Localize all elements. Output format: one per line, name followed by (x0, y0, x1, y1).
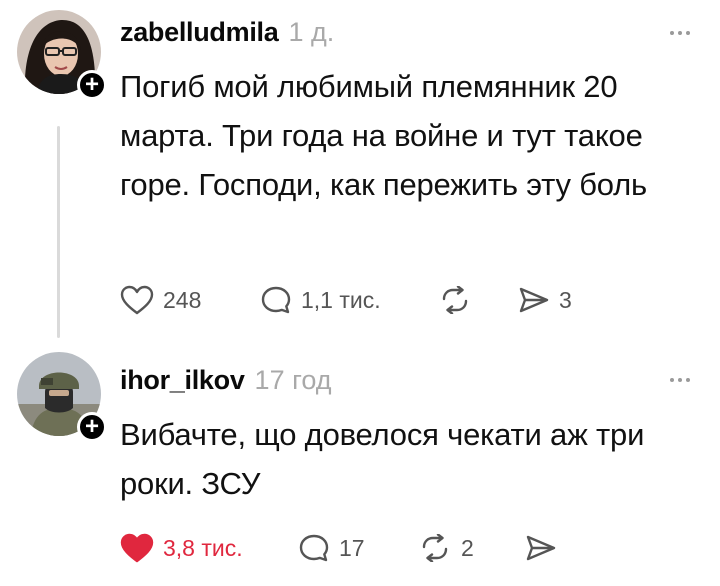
comment-item: + zabelludmila 1 д. Погиб мой любимый пл… (0, 0, 720, 345)
heart-icon (120, 285, 154, 315)
comment-icon (299, 534, 329, 562)
username[interactable]: ihor_ilkov (120, 365, 245, 396)
comment-header: zabelludmila 1 д. (120, 17, 334, 48)
comment-item: + ihor_ilkov 17 год Вибачте, що довелося… (0, 345, 720, 586)
more-options-icon[interactable] (670, 378, 690, 382)
like-count: 3,8 тис. (163, 534, 243, 561)
avatar[interactable]: + (17, 352, 107, 442)
comment-text: Вибачте, що довелося чекати аж три роки.… (120, 417, 645, 501)
comment-icon (261, 286, 291, 314)
timestamp: 17 год (254, 365, 332, 395)
reply-count: 1,1 тис. (301, 286, 381, 313)
comment-text: Погиб мой любимый племянник 20 марта. Тр… (120, 69, 647, 202)
timestamp: 1 д. (288, 17, 335, 47)
like-count: 248 (163, 286, 202, 313)
heart-filled-icon (120, 533, 154, 563)
reply-button[interactable]: 1,1 тис. (260, 285, 438, 315)
repost-count: 2 (461, 534, 474, 561)
reply-button[interactable]: 17 (298, 533, 418, 563)
like-button[interactable]: 3,8 тис. (120, 533, 298, 563)
comment-actions: 248 1,1 тис. 3 (120, 285, 572, 315)
share-count: 3 (559, 286, 572, 313)
repost-icon (422, 534, 448, 562)
more-options-icon[interactable] (670, 31, 690, 35)
repost-icon (442, 286, 468, 314)
avatar[interactable]: + (17, 10, 107, 100)
like-button[interactable]: 248 (120, 285, 260, 315)
comment-header: ihor_ilkov 17 год (120, 365, 332, 396)
follow-plus-icon[interactable]: + (77, 412, 107, 442)
follow-plus-icon[interactable]: + (77, 70, 107, 100)
repost-button[interactable] (438, 286, 518, 314)
reply-count: 17 (339, 534, 365, 561)
share-button[interactable] (525, 534, 566, 562)
thread-line (57, 126, 60, 338)
comment-actions: 3,8 тис. 17 2 (120, 533, 566, 563)
send-icon (526, 535, 556, 561)
repost-button[interactable]: 2 (418, 534, 525, 562)
share-button[interactable]: 3 (518, 286, 572, 314)
username[interactable]: zabelludmila (120, 17, 279, 48)
send-icon (519, 287, 549, 313)
